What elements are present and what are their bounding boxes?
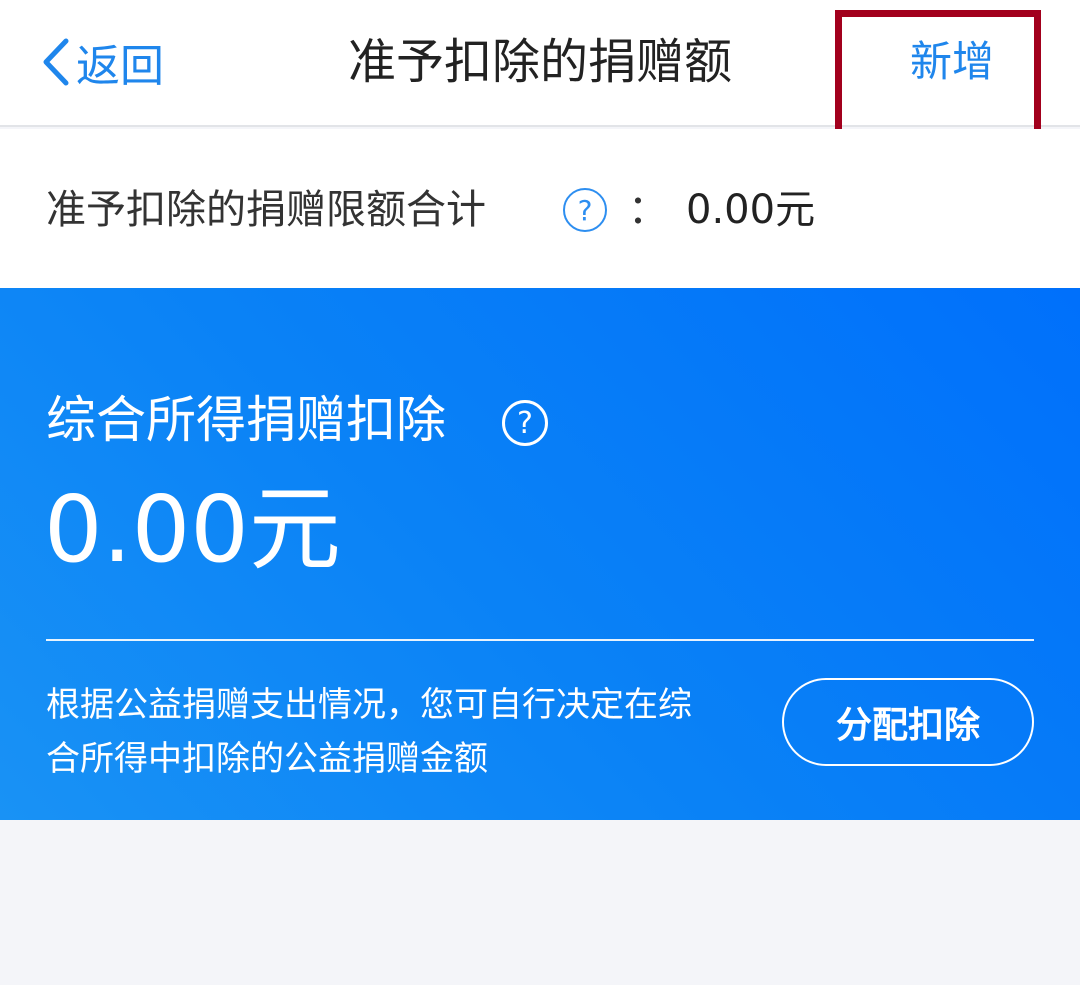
deduction-amount: 0.00元 <box>44 476 341 583</box>
card-description-line: 根据公益捐赠支出情况，您可自行决定在综 <box>46 685 692 725</box>
nav-bar: 返回 准予扣除的捐赠额 新增 <box>0 0 1080 127</box>
card-divider <box>46 639 1034 641</box>
card-title: 综合所得捐赠扣除 <box>46 391 446 449</box>
back-button[interactable]: 返回 <box>40 30 164 94</box>
question-mark-glyph: ? <box>517 405 533 441</box>
add-button[interactable]: 新增 <box>910 30 994 94</box>
question-mark-glyph: ? <box>577 193 593 227</box>
card-description: 根据公益捐赠支出情况，您可自行决定在综 合所得中扣除的公益捐赠金额 <box>46 678 746 786</box>
distribute-deduction-button[interactable]: 分配扣除 <box>782 678 1034 766</box>
question-circle-icon[interactable]: ? <box>502 400 548 446</box>
back-label: 返回 <box>76 41 164 92</box>
card-description-line: 合所得中扣除的公益捐赠金额 <box>46 739 488 779</box>
chevron-left-icon <box>43 38 69 86</box>
limit-total-value: 0.00元 <box>686 187 816 233</box>
question-circle-icon[interactable]: ? <box>563 188 607 232</box>
limit-colon: ： <box>628 187 668 233</box>
limit-total-label: 准予扣除的捐赠限额合计 <box>46 187 486 233</box>
